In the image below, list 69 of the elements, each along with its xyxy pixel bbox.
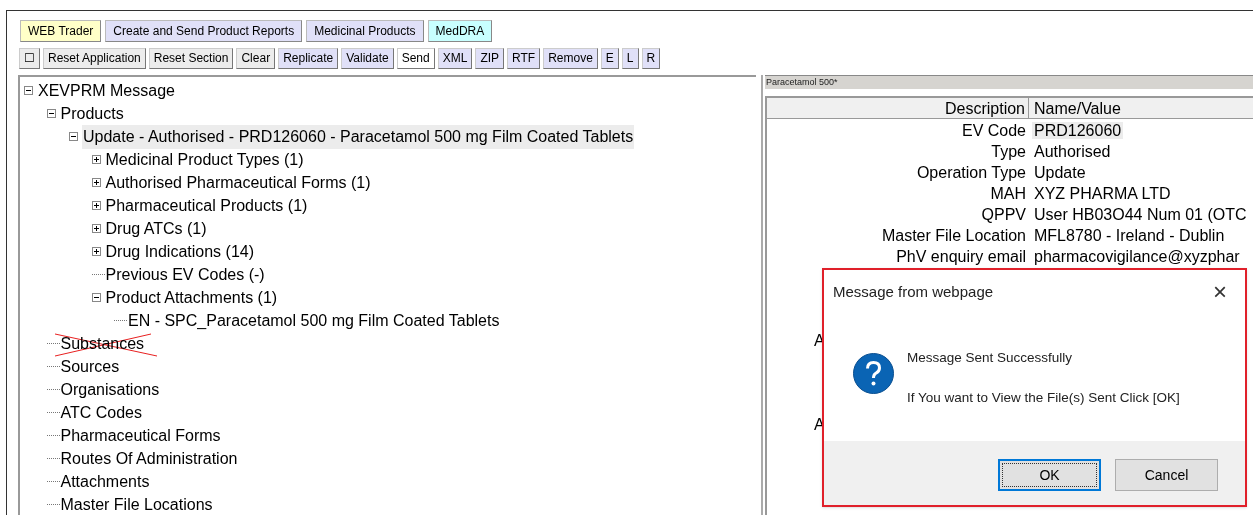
column-header[interactable]: Description [767, 98, 1029, 118]
message-text: If You want to View the File(s) Sent Click [OK] [907, 389, 1180, 408]
panel-title-bar: Paracetamol 500* [765, 75, 1253, 89]
column-header[interactable]: Name/Value [1029, 98, 1121, 118]
toolbar-button[interactable]: L [621, 48, 639, 69]
tab[interactable]: WEB Trader [20, 20, 102, 42]
toolbar-button[interactable]: XML [437, 48, 473, 69]
property-label: Operation Type [916, 164, 1026, 181]
tree-item[interactable]: Master File Locations [59, 492, 214, 515]
question-icon [853, 353, 894, 394]
expand-icon[interactable] [91, 178, 101, 187]
toolbar-button[interactable]: ☐ [19, 48, 40, 69]
dialog-button[interactable]: OK [998, 459, 1101, 491]
expand-icon[interactable] [91, 201, 101, 210]
message-text: Message Sent Successfully [907, 349, 1074, 367]
property-value[interactable]: XYZ PHARMA LTD [1032, 185, 1173, 202]
collapse-icon[interactable] [69, 132, 78, 141]
collapse-icon[interactable] [46, 109, 56, 118]
tree-item[interactable]: Pharmaceutical Products (1) [104, 193, 309, 218]
property-value[interactable]: User HB03O44 Num 01 (OTC [1032, 206, 1249, 223]
toolbar-button[interactable]: Clear [236, 48, 276, 69]
tree-item[interactable]: Update - Authorised - PRD126060 - Paracetamol 500 mg Film Coated Tablets [82, 124, 635, 149]
tab[interactable]: Medicinal Products [306, 20, 424, 42]
expand-icon[interactable] [91, 247, 101, 256]
expand-icon[interactable] [91, 224, 101, 233]
toolbar-button[interactable]: RTF [507, 48, 541, 69]
tab[interactable]: MedDRA [427, 20, 493, 42]
tree-item[interactable]: Products [59, 101, 125, 126]
tree-item[interactable]: Sources [59, 354, 121, 379]
toolbar-button[interactable]: E [600, 48, 619, 69]
tree-item[interactable]: XEVPRM Message [37, 78, 176, 103]
tree-item[interactable]: Attachments [59, 469, 151, 494]
tree-item[interactable]: Routes Of Administration [59, 446, 239, 471]
toolbar-button[interactable]: ZIP [475, 48, 505, 69]
tab[interactable]: Create and Send Product Reports [105, 20, 303, 42]
toolbar-button[interactable]: Remove [543, 48, 598, 69]
property-label: MAH [990, 185, 1026, 202]
tree-item[interactable]: Previous EV Codes (-) [104, 262, 266, 287]
property-value[interactable]: MFL8780 - Ireland - Dublin [1032, 227, 1227, 244]
property-value[interactable]: PRD126060 [1032, 122, 1124, 139]
property-label: Type [991, 143, 1026, 160]
property-value[interactable]: Authorised [1032, 143, 1113, 160]
property-value[interactable]: pharmacovigilance@xyzphar [1032, 248, 1242, 265]
property-label: QPPV [981, 206, 1026, 223]
tree-item[interactable]: Organisations [59, 377, 161, 402]
toolbar-button[interactable]: Validate [341, 48, 394, 69]
collapse-icon[interactable] [24, 86, 33, 95]
property-label: PhV enquiry email [896, 248, 1026, 265]
property-label: Master File Location [881, 227, 1026, 244]
toolbar-button[interactable]: Replicate [278, 48, 339, 69]
tree-item[interactable]: Medicinal Product Types (1) [104, 147, 305, 172]
dialog-title: Message from webpage [833, 281, 995, 302]
toolbar-button[interactable]: Send [396, 48, 435, 69]
tree-item[interactable]: ATC Codes [59, 400, 143, 425]
tree-item[interactable]: Pharmaceutical Forms [59, 423, 222, 448]
tree-item[interactable]: EN - SPC_Paracetamol 500 mg Film Coated Tablets [127, 308, 501, 333]
tree-item[interactable]: Drug Indications (14) [104, 239, 255, 264]
dialog-button[interactable]: Cancel [1115, 459, 1218, 491]
collapse-icon[interactable] [91, 293, 101, 302]
expand-icon[interactable] [91, 155, 101, 164]
tree-item[interactable]: Product Attachments (1) [104, 285, 279, 310]
tree-item[interactable]: Drug ATCs (1) [104, 216, 208, 241]
toolbar-button[interactable]: R [641, 48, 661, 69]
close-button[interactable]: × [1213, 282, 1227, 302]
property-label: EV Code [961, 122, 1026, 139]
tree-item[interactable]: Authorised Pharmaceutical Forms (1) [104, 170, 372, 195]
property-value[interactable]: Update [1032, 164, 1088, 181]
toolbar-button[interactable]: Reset Application [43, 48, 146, 69]
toolbar-button[interactable]: Reset Section [148, 48, 234, 69]
